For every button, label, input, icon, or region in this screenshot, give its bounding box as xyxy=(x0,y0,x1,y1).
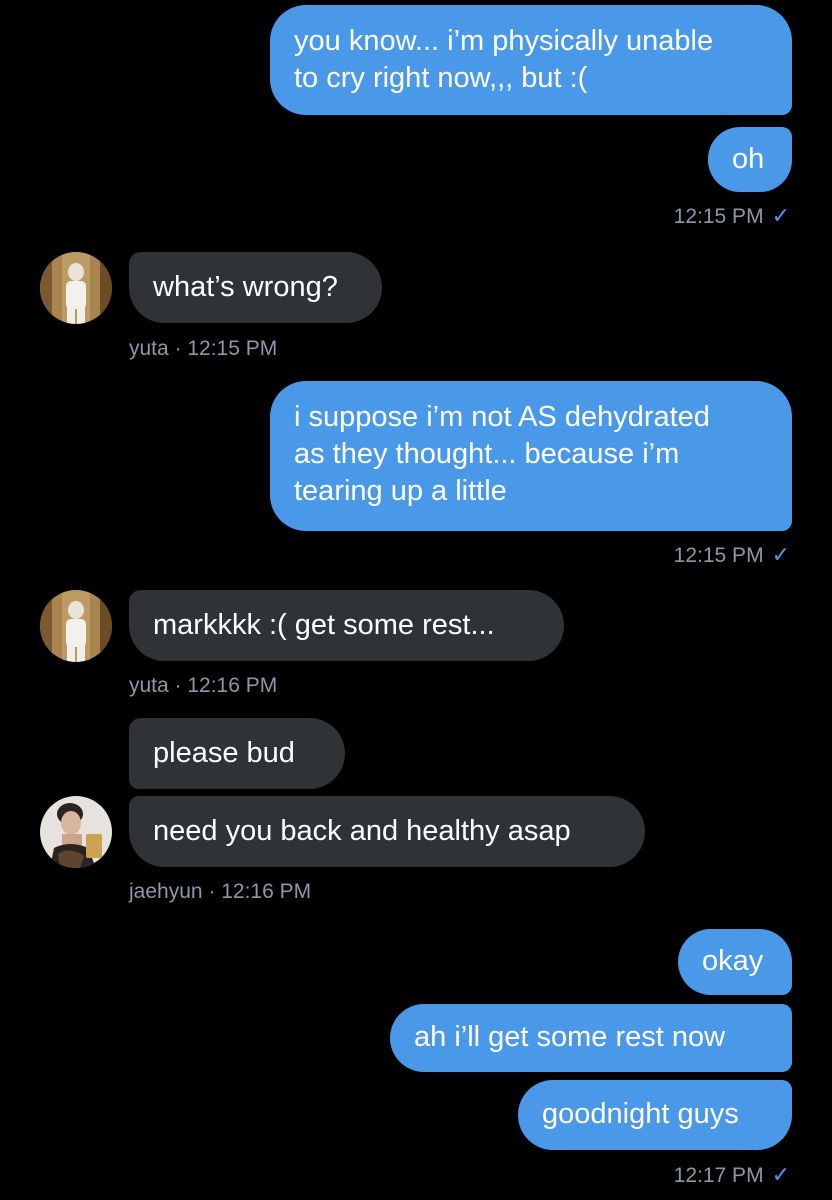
outgoing-message-bubble[interactable]: i suppose i’m not AS dehydrated as they … xyxy=(270,381,792,531)
message-sender-meta: yuta · 12:16 PM xyxy=(129,673,277,699)
message-sender-meta: jaehyun · 12:16 PM xyxy=(129,879,311,905)
message-text: need you back and healthy asap xyxy=(153,815,571,847)
checkmark-icon: ✓ xyxy=(771,542,790,567)
message-text: okay xyxy=(702,945,764,977)
avatar-yuta[interactable] xyxy=(40,252,112,324)
message-text: please bud xyxy=(153,737,295,769)
avatar-yuta[interactable] xyxy=(40,590,112,662)
outgoing-message-bubble[interactable]: oh xyxy=(708,127,792,192)
message-sender-meta: yuta · 12:15 PM xyxy=(129,336,277,362)
incoming-message-bubble[interactable]: please bud xyxy=(129,718,345,789)
message-timestamp: 12:15 PM ✓ xyxy=(674,542,790,569)
incoming-message-bubble[interactable]: need you back and healthy asap xyxy=(129,796,645,867)
message-text: goodnight guys xyxy=(542,1098,739,1130)
sender-time-text: yuta · 12:16 PM xyxy=(129,674,278,697)
timestamp-text: 12:15 PM xyxy=(673,544,764,567)
outgoing-message-bubble[interactable]: ah i’ll get some rest now xyxy=(390,1004,792,1072)
message-text-line: tearing up a little xyxy=(294,475,507,507)
message-text-line: to cry right now,,, but :( xyxy=(294,62,588,94)
message-timestamp: 12:15 PM ✓ xyxy=(674,203,790,230)
timestamp-text: 12:15 PM xyxy=(673,205,764,228)
incoming-message-bubble[interactable]: what’s wrong? xyxy=(129,252,382,323)
checkmark-icon: ✓ xyxy=(771,1162,790,1187)
message-timestamp: 12:17 PM ✓ xyxy=(674,1162,790,1189)
avatar-jaehyun[interactable] xyxy=(40,796,112,868)
message-text: oh xyxy=(732,143,765,175)
message-text: markkkk :( get some rest... xyxy=(153,609,495,641)
message-text-line: i suppose i’m not AS dehydrated xyxy=(294,401,710,433)
sender-time-text: yuta · 12:15 PM xyxy=(129,337,278,360)
timestamp-text: 12:17 PM xyxy=(673,1164,764,1187)
message-text: what’s wrong? xyxy=(153,271,338,303)
outgoing-message-bubble[interactable]: you know... i’m physically unable to cry… xyxy=(270,5,792,115)
message-text-line: you know... i’m physically unable xyxy=(294,25,714,57)
sender-time-text: jaehyun · 12:16 PM xyxy=(129,880,312,903)
incoming-message-bubble[interactable]: markkkk :( get some rest... xyxy=(129,590,564,661)
outgoing-message-bubble[interactable]: okay xyxy=(678,929,792,995)
checkmark-icon: ✓ xyxy=(771,203,790,228)
message-text-line: as they thought... because i’m xyxy=(294,438,680,470)
message-text: ah i’ll get some rest now xyxy=(414,1021,726,1053)
outgoing-message-bubble[interactable]: goodnight guys xyxy=(518,1080,792,1150)
